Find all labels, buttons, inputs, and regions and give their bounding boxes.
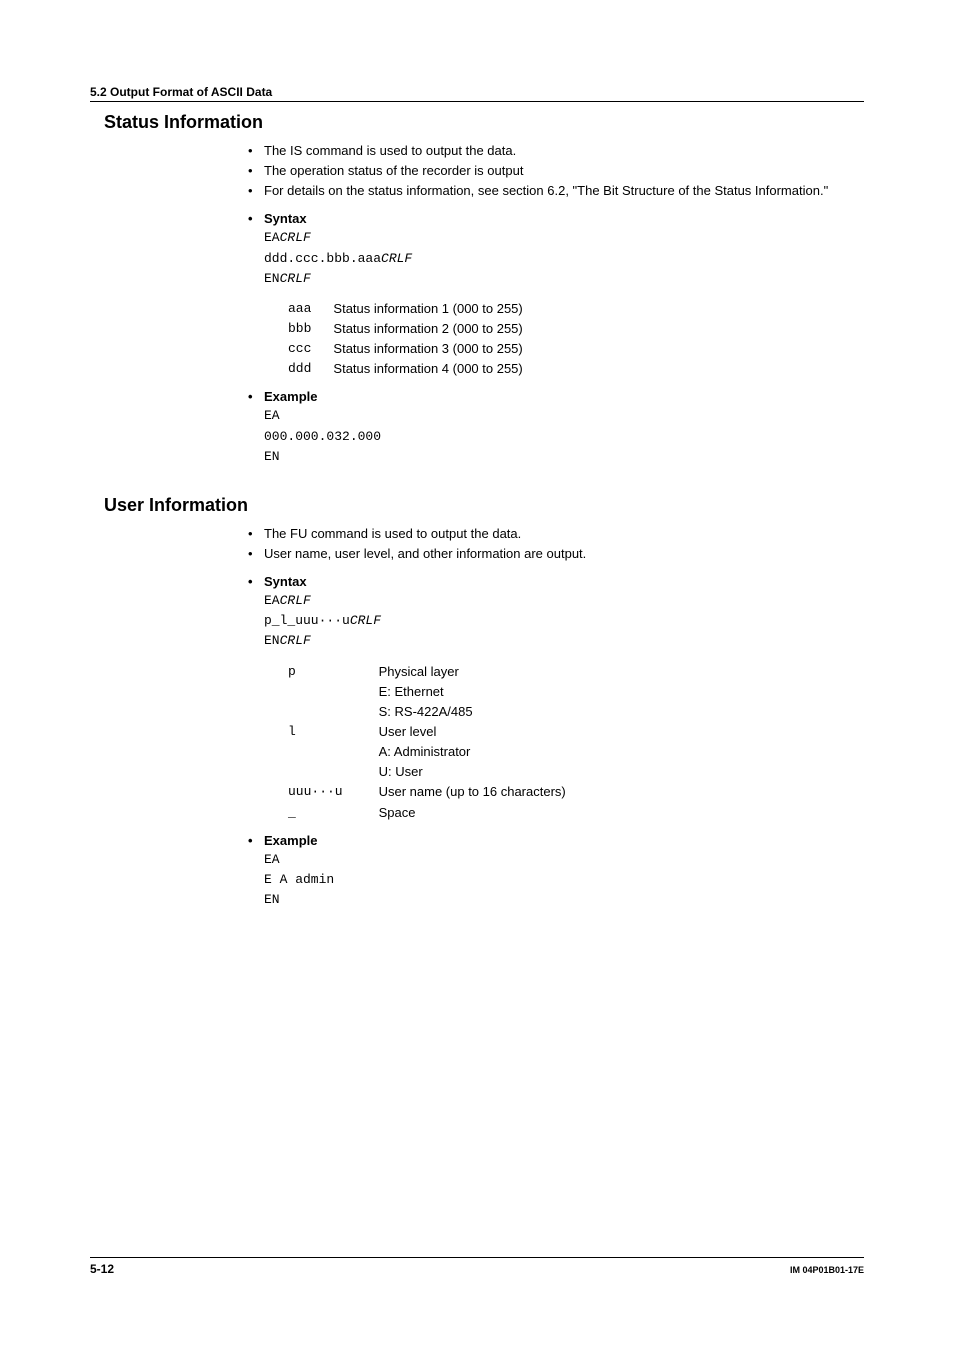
user-bullet-2: User name, user level, and other informa… — [248, 544, 864, 564]
section-number-title: 5.2 Output Format of ASCII Data — [90, 85, 864, 99]
param-name: p — [288, 662, 379, 682]
param-name — [288, 762, 379, 782]
status-syntax-line3a: EN — [264, 271, 280, 286]
status-syntax-line2b: CRLF — [381, 251, 412, 266]
table-row: cccStatus information 3 (000 to 255) — [288, 339, 523, 359]
footer-rule — [90, 1257, 864, 1258]
user-example-line3: EN — [264, 892, 280, 907]
user-syntax-line3b: CRLF — [280, 633, 311, 648]
table-row: aaaStatus information 1 (000 to 255) — [288, 299, 523, 319]
param-desc: U: User — [379, 762, 566, 782]
user-example-code: EA E A admin EN — [264, 850, 864, 910]
status-example-line3: EN — [264, 449, 280, 464]
param-name — [288, 682, 379, 702]
param-desc: Status information 4 (000 to 255) — [333, 359, 522, 379]
user-syntax-line2a: p_l_uuu···u — [264, 613, 350, 628]
status-example-code: EA 000.000.032.000 EN — [264, 406, 864, 466]
param-desc: Space — [379, 803, 566, 823]
user-example-heading: Example — [248, 833, 864, 848]
param-desc: Status information 3 (000 to 255) — [333, 339, 522, 359]
user-syntax-line1a: EA — [264, 593, 280, 608]
param-desc: E: Ethernet — [379, 682, 566, 702]
param-desc: S: RS-422A/485 — [379, 702, 566, 722]
param-name: uuu···u — [288, 782, 379, 802]
status-information-heading: Status Information — [104, 112, 864, 133]
status-bullet-1: The IS command is used to output the dat… — [248, 141, 864, 161]
document-code: IM 04P01B01-17E — [790, 1265, 864, 1275]
table-row: dddStatus information 4 (000 to 255) — [288, 359, 523, 379]
status-example-line1: EA — [264, 408, 280, 423]
param-desc: Status information 2 (000 to 255) — [333, 319, 522, 339]
table-row: E: Ethernet — [288, 682, 566, 702]
param-desc: Status information 1 (000 to 255) — [333, 299, 522, 319]
user-params-table: pPhysical layer E: Ethernet S: RS-422A/4… — [288, 662, 566, 823]
table-row: U: User — [288, 762, 566, 782]
user-bullet-list: The FU command is used to output the dat… — [248, 524, 864, 564]
param-name — [288, 702, 379, 722]
user-example-line2: E A admin — [264, 872, 334, 887]
param-desc: User level — [379, 722, 566, 742]
param-desc: User name (up to 16 characters) — [379, 782, 566, 802]
status-bullet-2: The operation status of the recorder is … — [248, 161, 864, 181]
table-row: S: RS-422A/485 — [288, 702, 566, 722]
header-rule — [90, 101, 864, 102]
user-syntax-line2b: CRLF — [350, 613, 381, 628]
status-params-table: aaaStatus information 1 (000 to 255) bbb… — [288, 299, 523, 380]
table-row: uuu···uUser name (up to 16 characters) — [288, 782, 566, 802]
status-syntax-line1a: EA — [264, 230, 280, 245]
table-row: A: Administrator — [288, 742, 566, 762]
status-example-line2: 000.000.032.000 — [264, 429, 381, 444]
param-name — [288, 742, 379, 762]
param-name: bbb — [288, 319, 333, 339]
user-bullet-1: The FU command is used to output the dat… — [248, 524, 864, 544]
page-footer: 5-12 IM 04P01B01-17E — [90, 1257, 864, 1276]
user-syntax-line3a: EN — [264, 633, 280, 648]
user-example-line1: EA — [264, 852, 280, 867]
status-syntax-line3b: CRLF — [280, 271, 311, 286]
user-syntax-code: EACRLF p_l_uuu···uCRLF ENCRLF — [264, 591, 864, 651]
status-syntax-line1b: CRLF — [280, 230, 311, 245]
page-number: 5-12 — [90, 1262, 114, 1276]
status-syntax-heading: Syntax — [248, 211, 864, 226]
status-bullet-3: For details on the status information, s… — [248, 181, 864, 201]
param-desc: Physical layer — [379, 662, 566, 682]
table-row: lUser level — [288, 722, 566, 742]
param-name: l — [288, 722, 379, 742]
param-desc: A: Administrator — [379, 742, 566, 762]
user-syntax-line1b: CRLF — [280, 593, 311, 608]
table-row: _Space — [288, 803, 566, 823]
table-row: pPhysical layer — [288, 662, 566, 682]
param-name: aaa — [288, 299, 333, 319]
user-information-heading: User Information — [104, 495, 864, 516]
status-bullet-list: The IS command is used to output the dat… — [248, 141, 864, 201]
status-example-heading: Example — [248, 389, 864, 404]
param-name: ddd — [288, 359, 333, 379]
status-syntax-code: EACRLF ddd.ccc.bbb.aaaCRLF ENCRLF — [264, 228, 864, 288]
table-row: bbbStatus information 2 (000 to 255) — [288, 319, 523, 339]
param-name: ccc — [288, 339, 333, 359]
param-name: _ — [288, 803, 379, 823]
status-syntax-line2a: ddd.ccc.bbb.aaa — [264, 251, 381, 266]
user-syntax-heading: Syntax — [248, 574, 864, 589]
